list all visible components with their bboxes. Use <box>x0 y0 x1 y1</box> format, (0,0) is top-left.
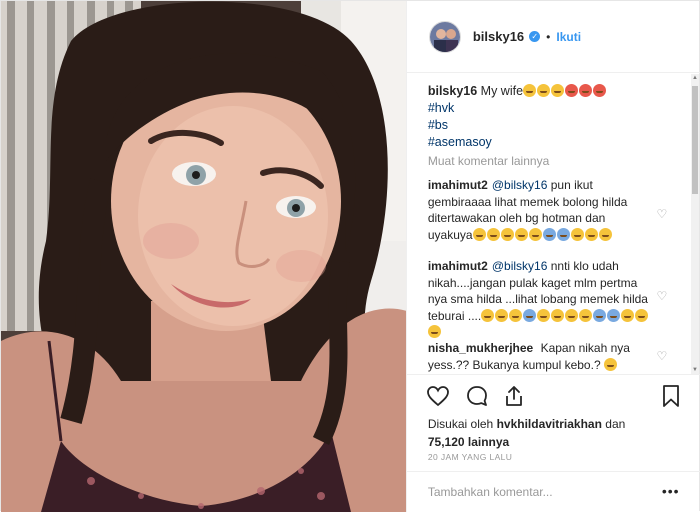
emoji-icon <box>486 227 500 241</box>
emoji-icon <box>635 308 649 322</box>
instagram-post: bilsky16 ✓ • Ikuti bilsky16 My wife #hvk… <box>0 0 700 513</box>
emoji-icon <box>621 308 635 322</box>
comment-item: imahimut2 @bilsky16 nnti klo udah nikah..… <box>427 258 650 341</box>
post-header: bilsky16 ✓ • Ikuti <box>406 1 700 73</box>
post-photo[interactable] <box>1 1 406 512</box>
emoji-icon <box>509 308 523 322</box>
emoji-icon <box>427 325 441 338</box>
post-timestamp[interactable]: 20 JAM YANG LALU <box>428 452 513 462</box>
comment-emojis <box>472 227 613 242</box>
separator-dot: • <box>546 29 551 44</box>
comment-username[interactable]: imahimut2 <box>428 178 488 192</box>
comment-icon[interactable] <box>465 384 489 408</box>
likes-connector: dan <box>605 417 626 431</box>
caption-emojis <box>523 84 607 98</box>
heart-eyes-emoji-icon <box>579 84 593 97</box>
emoji-icon <box>607 308 621 322</box>
heart-icon[interactable] <box>426 384 450 408</box>
emoji-icon <box>556 227 570 241</box>
hashtag-link[interactable]: #bs <box>428 117 683 134</box>
emoji-icon <box>570 227 584 241</box>
kiss-emoji-icon <box>523 84 537 97</box>
comments-list[interactable]: bilsky16 My wife #hvk #bs #asemasoy Muat… <box>407 74 700 374</box>
kiss-emoji-icon <box>551 84 565 97</box>
comment-username[interactable]: nisha_mukherjhee <box>428 341 533 355</box>
comment-item: imahimut2 @bilsky16 pun ikut gembiraaaa l… <box>428 177 650 243</box>
verified-badge-icon: ✓ <box>529 31 541 42</box>
comment-mention[interactable]: @bilsky16 <box>492 259 548 273</box>
more-options-icon[interactable]: ••• <box>662 484 680 498</box>
likes-prefix: Disukai oleh <box>427 417 494 431</box>
avatar[interactable] <box>428 20 461 53</box>
emoji-icon <box>584 227 598 241</box>
emoji-icon <box>528 227 542 241</box>
caption: bilsky16 My wife #hvk #bs #asemasoy <box>428 83 683 151</box>
caption-text: My wife <box>480 84 524 98</box>
emoji-icon <box>598 227 612 241</box>
heart-eyes-emoji-icon <box>593 84 607 97</box>
emoji-icon <box>593 308 607 322</box>
emoji-icon <box>579 308 593 322</box>
emoji-icon <box>500 227 514 241</box>
likes-summary: Disukai oleh hvkhildavitriakhan dan 75,1… <box>428 415 658 451</box>
scroll-down-arrow-icon[interactable]: ▼ <box>691 366 699 374</box>
comment-item: nisha_mukherjhee Kapan nikah nya yess.??… <box>428 340 650 373</box>
load-more-comments-button[interactable]: Muat komentar lainnya <box>428 154 549 168</box>
emoji-icon <box>481 308 495 322</box>
comment-username[interactable]: imahimut2 <box>428 259 488 273</box>
selfie-image <box>1 1 406 512</box>
hashtag-link[interactable]: #asemasoy <box>428 134 683 151</box>
like-comment-heart-icon[interactable]: ♡ <box>656 350 668 362</box>
comments-scrollbar[interactable]: ▲ ▼ <box>691 74 699 374</box>
scroll-thumb[interactable] <box>692 86 698 194</box>
scroll-up-arrow-icon[interactable]: ▲ <box>691 74 699 82</box>
emoji-icon <box>542 227 556 241</box>
emoji-icon <box>537 308 551 322</box>
likes-count-link[interactable]: 75,120 lainnya <box>428 435 509 449</box>
caption-username[interactable]: bilsky16 <box>428 84 477 98</box>
add-comment-bar: ••• <box>406 471 700 513</box>
bookmark-icon[interactable] <box>659 384 683 408</box>
emoji-icon <box>565 308 579 322</box>
like-comment-heart-icon[interactable]: ♡ <box>656 208 668 220</box>
hashtag-link[interactable]: #hvk <box>428 100 683 117</box>
emoji-icon <box>472 227 486 241</box>
grin-emoji-icon <box>603 357 617 371</box>
emoji-icon <box>523 308 537 322</box>
comment-mention[interactable]: @bilsky16 <box>492 178 548 192</box>
post-actions: Disukai oleh hvkhildavitriakhan dan 75,1… <box>406 374 700 513</box>
follow-button[interactable]: Ikuti <box>556 30 581 44</box>
kiss-emoji-icon <box>537 84 551 97</box>
like-comment-heart-icon[interactable]: ♡ <box>656 290 668 302</box>
likes-user-link[interactable]: hvkhildavitriakhan <box>497 417 602 431</box>
heart-eyes-emoji-icon <box>565 84 579 97</box>
emoji-icon <box>495 308 509 322</box>
share-icon[interactable] <box>502 384 526 408</box>
comment-input[interactable] <box>427 483 648 501</box>
post-side-panel: bilsky16 ✓ • Ikuti bilsky16 My wife #hvk… <box>405 1 700 513</box>
emoji-icon <box>514 227 528 241</box>
header-username[interactable]: bilsky16 <box>473 29 524 44</box>
emoji-icon <box>551 308 565 322</box>
